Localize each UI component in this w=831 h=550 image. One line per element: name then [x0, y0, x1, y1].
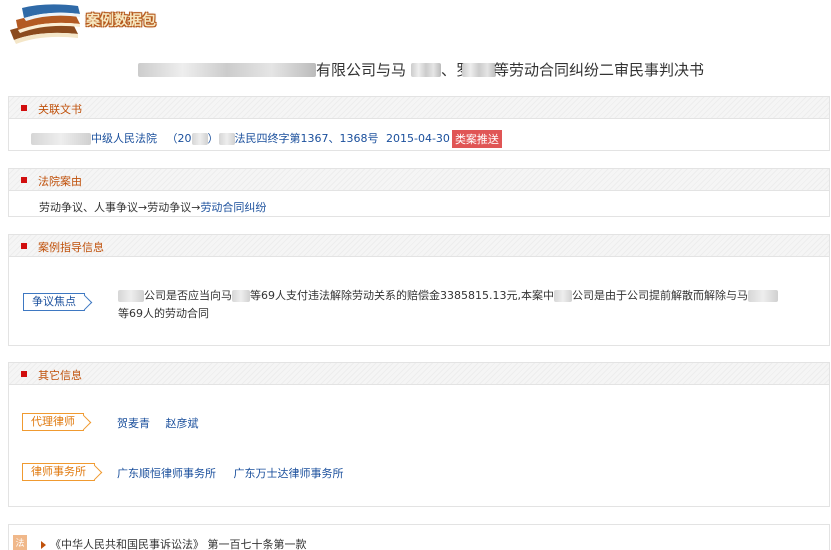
triangle-right-icon	[41, 541, 46, 549]
other-info-panel: 其它信息 代理律师 贺麦青 赵彦斌 律师事务所 广东顺恒律师事务所 广东万士达律…	[8, 362, 830, 507]
case-year: （20	[166, 132, 192, 145]
header: 案例数据包	[0, 0, 831, 45]
lawyer-link[interactable]: 赵彦斌	[166, 417, 199, 430]
redacted-block	[118, 290, 144, 302]
court-name: 中级人民法院	[91, 132, 157, 145]
panel-header: 案例指导信息	[9, 235, 829, 257]
brand-title: 案例数据包	[86, 13, 156, 29]
case-year-close: ）	[207, 132, 219, 145]
law-icon: 法	[13, 535, 27, 550]
page-title: 有限公司与马 、罗 等劳动合同纠纷二审民事判决书	[0, 58, 831, 82]
redacted-block	[462, 63, 496, 77]
cause-path-text: 劳动争议、人事争议→劳动争议→	[39, 201, 201, 214]
lawyer-label: 代理律师	[22, 413, 84, 431]
law-reference[interactable]: 《中华人民共和国民事诉讼法》 第一百七十条第一款	[41, 536, 307, 550]
dispute-focus-text-line2: 等69人的劳动合同	[118, 307, 209, 320]
cause-leaf-link[interactable]: 劳动合同纠纷	[200, 201, 266, 214]
dispute-focus-text: 公司是否应当向马 等69人支付违法解除劳动关系的赔偿金3385815.13元,本案…	[118, 287, 778, 303]
law-reference-panel: 法 《中华人民共和国民事诉讼法》 第一百七十条第一款	[8, 524, 830, 550]
related-documents-panel: 关联文书 中级人民法院 （20 ） 法民四终字第1367、1368号 2015-04…	[8, 96, 830, 151]
title-part: 有限公司与马	[316, 61, 407, 79]
dispute-text-part: 公司是由于公司提前解散而解除与马	[571, 289, 748, 302]
law-firm-list: 广东顺恒律师事务所 广东万士达律师事务所	[117, 465, 344, 481]
panel-title: 案例指导信息	[38, 241, 104, 254]
redacted-block	[747, 290, 778, 302]
bullet-icon	[21, 243, 27, 249]
panel-header: 关联文书	[9, 97, 829, 119]
lawyer-list: 贺麦青 赵彦斌	[117, 415, 199, 431]
panel-header: 其它信息	[9, 363, 829, 385]
case-guidance-panel: 案例指导信息 争议焦点 公司是否应当向马 等69人支付违法解除劳动关系的赔偿金33…	[8, 234, 830, 346]
redacted-block	[218, 133, 235, 145]
bullet-icon	[21, 177, 27, 183]
law-firm-link[interactable]: 广东万士达律师事务所	[234, 467, 344, 480]
redacted-block	[138, 63, 316, 77]
dispute-text-part: 等69人支付违法解除劳动关系的赔偿金3385815.13元,本案中	[250, 289, 554, 302]
bullet-icon	[21, 105, 27, 111]
case-date: 2015-04-30	[386, 132, 450, 145]
law-firm-link[interactable]: 广东顺恒律师事务所	[117, 467, 216, 480]
panel-header: 法院案由	[9, 169, 829, 191]
panel-title: 其它信息	[38, 369, 82, 382]
related-document-link[interactable]: 中级人民法院 （20 ） 法民四终字第1367、1368号 2015-04-30 类案…	[31, 130, 502, 148]
redacted-block	[191, 133, 208, 145]
redacted-block	[553, 290, 572, 302]
court-cause-panel: 法院案由 劳动争议、人事争议→劳动争议→劳动合同纠纷	[8, 168, 830, 217]
books-logo-icon	[10, 4, 80, 44]
title-part: 等劳动合同纠纷二审民事判决书	[494, 61, 705, 79]
redacted-block	[31, 133, 91, 145]
redacted-block	[232, 290, 250, 302]
lawyer-link[interactable]: 贺麦青	[117, 417, 150, 430]
redacted-block	[411, 63, 441, 77]
law-firm-label: 律师事务所	[22, 463, 95, 481]
dispute-text-part: 公司是否应当向马	[144, 289, 232, 302]
panel-title: 法院案由	[38, 175, 82, 188]
case-number: 法民四终字第1367、1368号	[234, 132, 379, 145]
cause-path: 劳动争议、人事争议→劳动争议→劳动合同纠纷	[39, 199, 266, 215]
panel-title: 关联文书	[38, 103, 82, 116]
law-reference-text: 《中华人民共和国民事诉讼法》 第一百七十条第一款	[50, 538, 307, 550]
similar-cases-tag[interactable]: 类案推送	[451, 130, 502, 148]
bullet-icon	[21, 371, 27, 377]
dispute-focus-label: 争议焦点	[23, 293, 85, 311]
